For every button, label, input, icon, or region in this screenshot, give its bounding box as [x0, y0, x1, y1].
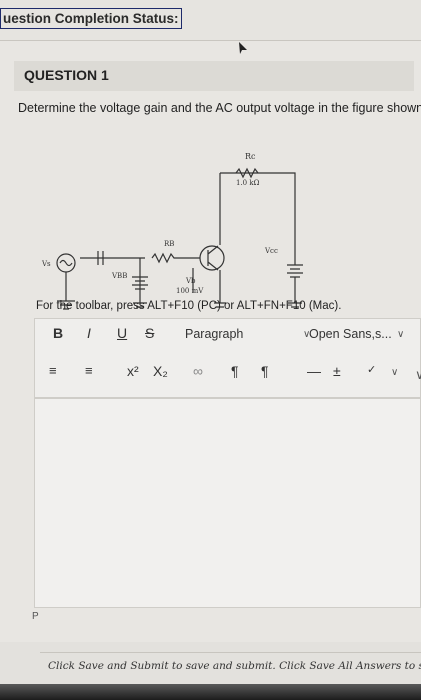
- toolbar-hint: For the toolbar, press ALT+F10 (PC) or A…: [36, 300, 342, 312]
- horizontal-line-icon[interactable]: —: [307, 363, 321, 379]
- spellcheck-icon[interactable]: ✓: [367, 363, 376, 376]
- chevron-down-icon[interactable]: ∨: [415, 367, 421, 383]
- paragraph-tag: P: [32, 611, 39, 622]
- strikethrough-button[interactable]: S: [145, 325, 154, 341]
- link-icon[interactable]: ∞: [193, 363, 203, 379]
- question-text: Determine the voltage gain and the AC ou…: [18, 101, 421, 115]
- bullet-list-icon[interactable]: ≡: [85, 363, 93, 378]
- question-header: QUESTION 1: [14, 61, 414, 91]
- mouse-cursor-icon: [239, 42, 247, 54]
- superscript-button[interactable]: x²: [127, 363, 139, 379]
- vbb-label: VBB: [111, 272, 127, 280]
- vb-label: Vb: [185, 277, 196, 285]
- vs-label: Vs: [41, 260, 51, 268]
- plus-minus-icon[interactable]: ±: [333, 363, 341, 379]
- rc-label: Rc: [245, 152, 256, 161]
- bold-button[interactable]: B: [53, 325, 63, 341]
- screen-edge: [0, 684, 421, 700]
- underline-button[interactable]: U: [117, 325, 127, 341]
- rb-label: RB: [164, 240, 174, 248]
- question-title: QUESTION 1: [24, 67, 109, 83]
- save-instructions: Click Save and Submit to save and submit…: [48, 660, 421, 672]
- vcc-label: Vcc: [264, 247, 278, 255]
- ltr-paragraph-icon[interactable]: ¶: [231, 363, 239, 379]
- italic-button[interactable]: I: [87, 325, 91, 341]
- paragraph-dropdown[interactable]: Paragraph: [185, 327, 243, 341]
- rtl-paragraph-icon[interactable]: ¶: [261, 363, 269, 379]
- subscript-button[interactable]: X₂: [153, 363, 168, 379]
- answer-editor: For the toolbar, press ALT+F10 (PC) or A…: [34, 300, 421, 608]
- chevron-down-icon[interactable]: ∨: [391, 367, 398, 378]
- editor-toolbar: B I U S Paragraph ∨ Open Sans,s... ∨ ≡ ≡…: [34, 318, 421, 398]
- question-completion-status: uestion Completion Status:: [0, 8, 182, 29]
- quiz-page: uestion Completion Status: QUESTION 1 De…: [0, 0, 421, 700]
- font-dropdown[interactable]: Open Sans,s...: [309, 327, 392, 341]
- vb-value: 100 mV: [176, 287, 204, 295]
- rc-value: 1.0 kΩ: [236, 179, 260, 187]
- numbered-list-icon[interactable]: ≡: [49, 363, 57, 378]
- footer-divider: [40, 652, 421, 653]
- status-bar: uestion Completion Status:: [0, 0, 421, 40]
- chevron-down-icon[interactable]: ∨: [397, 329, 404, 340]
- answer-textarea[interactable]: [34, 398, 421, 608]
